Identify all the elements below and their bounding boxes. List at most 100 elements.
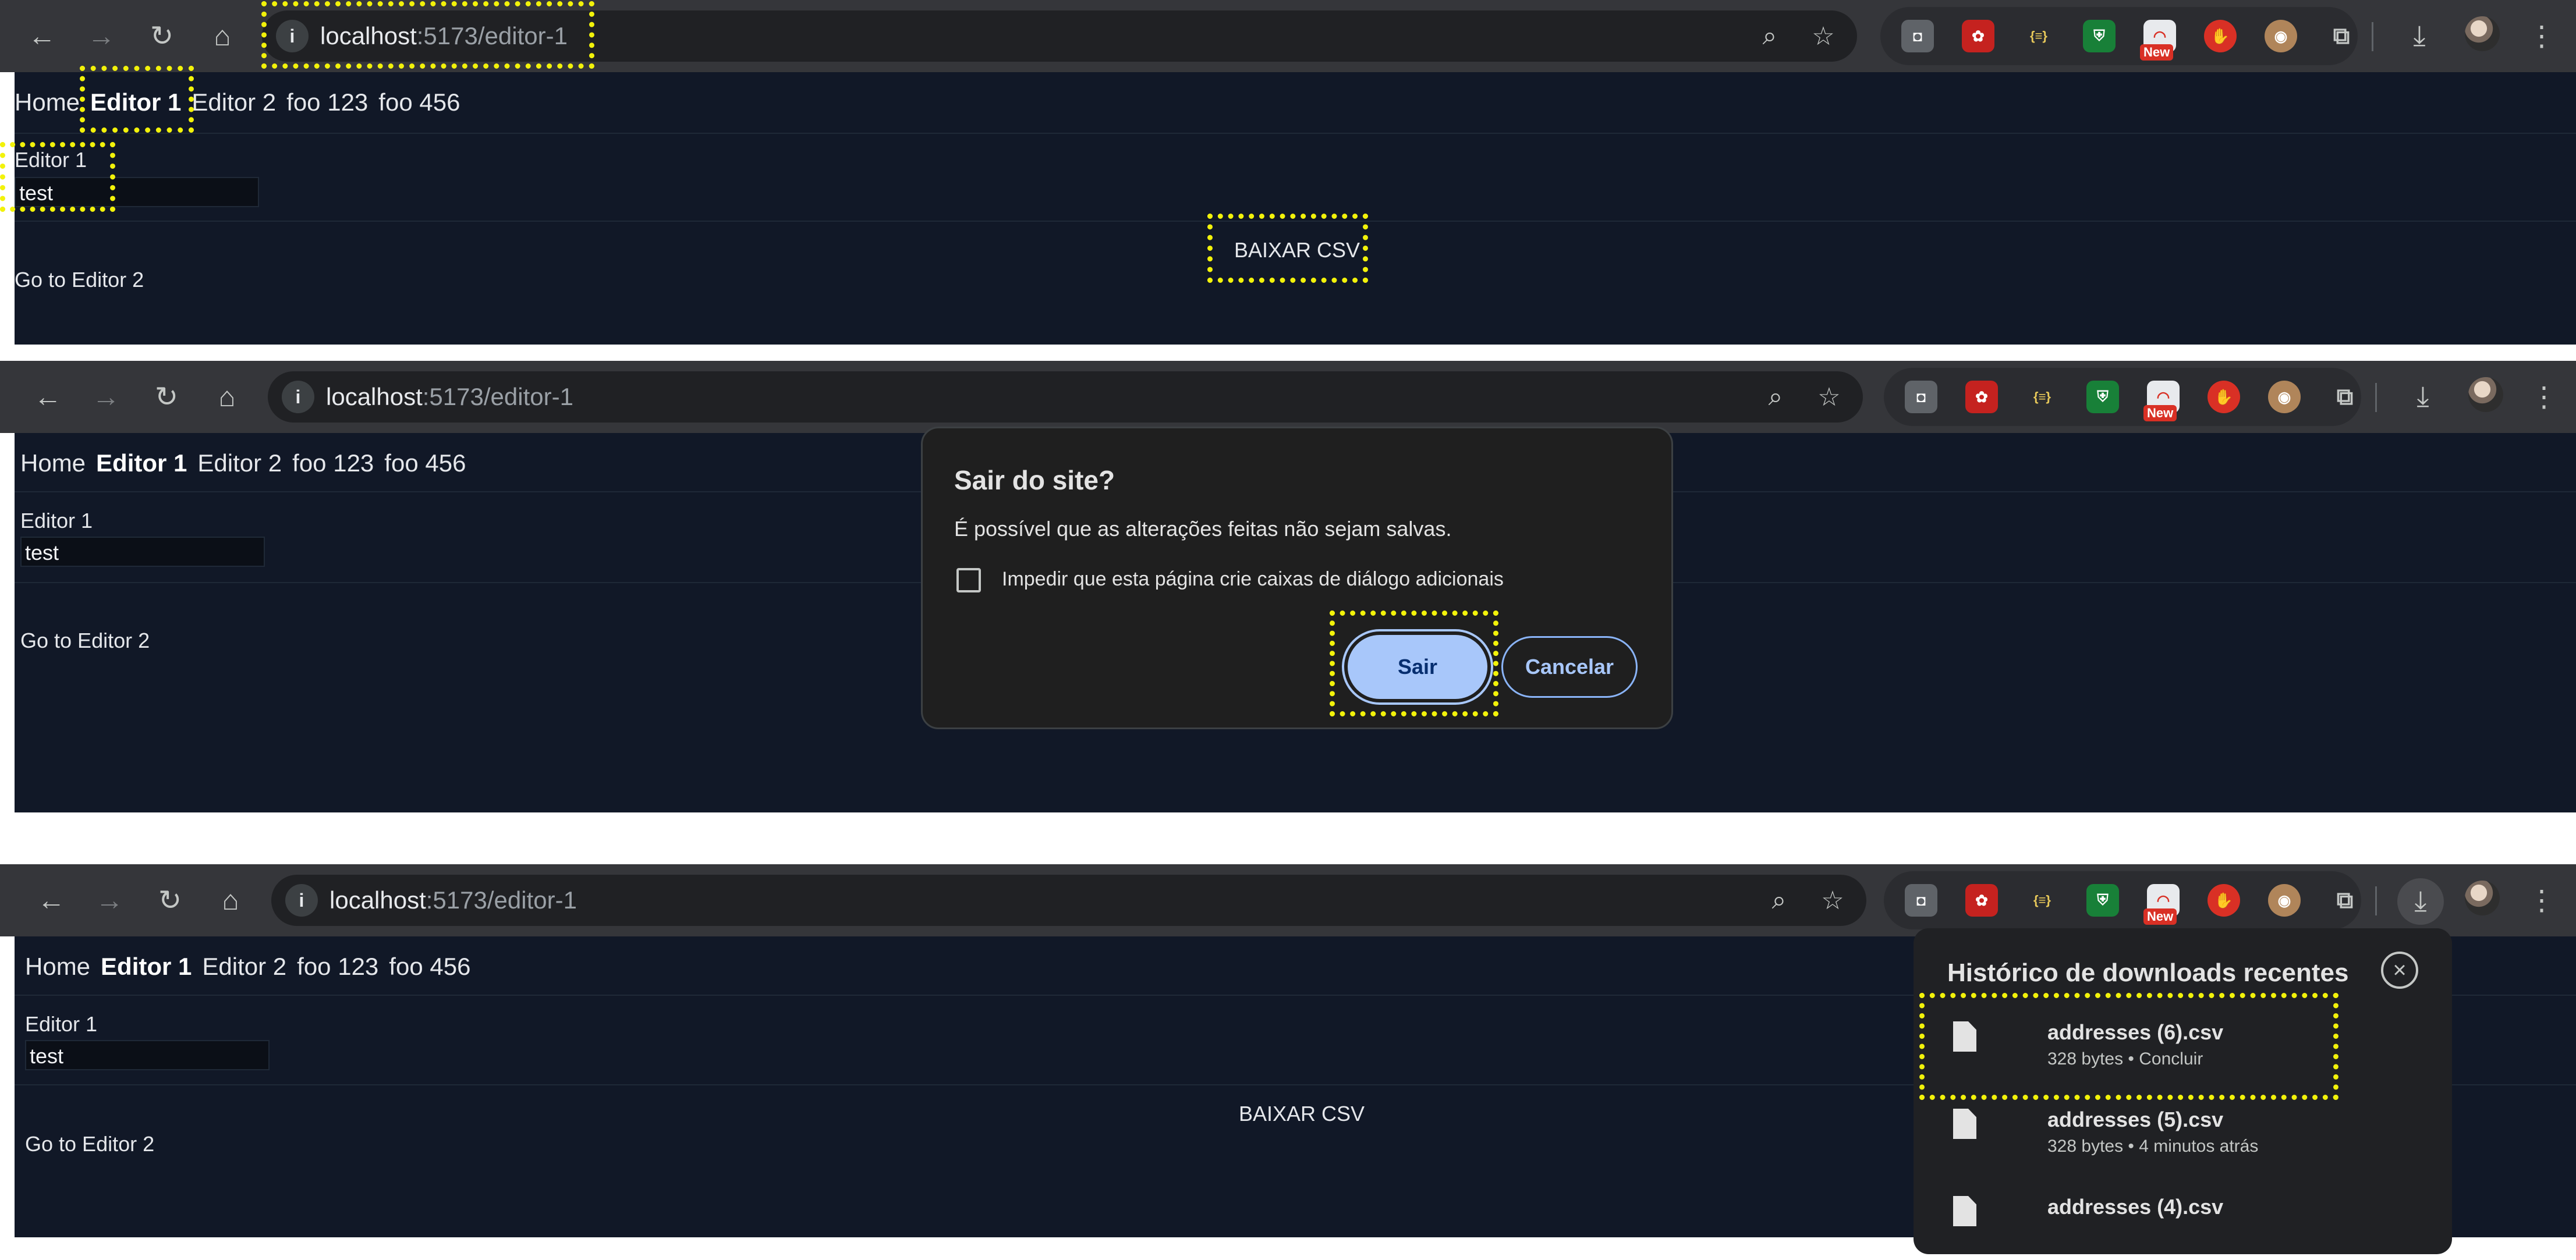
download-filename[interactable]: addresses (5).csv bbox=[2047, 1108, 2223, 1132]
nav-home[interactable]: Home bbox=[25, 953, 90, 980]
site-info-icon[interactable]: i bbox=[285, 884, 318, 917]
nav-editor-2[interactable]: Editor 2 bbox=[202, 953, 286, 980]
shield-extension-icon[interactable]: ⛨ bbox=[2083, 20, 2116, 52]
shield-extension-icon[interactable]: ⛨ bbox=[2086, 381, 2119, 413]
extensions-puzzle-icon[interactable]: ⧉ bbox=[2329, 381, 2361, 413]
editor-input[interactable]: test bbox=[25, 1040, 270, 1070]
cancel-button[interactable]: Cancelar bbox=[1501, 636, 1638, 698]
nav-foo-456[interactable]: foo 456 bbox=[389, 953, 470, 980]
downloads-icon[interactable]: ⤓ bbox=[2401, 17, 2438, 55]
download-csv-button[interactable]: BAIXAR CSV bbox=[1234, 238, 1360, 262]
go-to-editor-2-link[interactable]: Go to Editor 2 bbox=[15, 268, 144, 292]
home-icon[interactable]: ⌂ bbox=[204, 17, 241, 55]
editor-input[interactable]: test bbox=[15, 177, 259, 207]
nav-foo-123[interactable]: foo 123 bbox=[286, 88, 368, 116]
go-to-editor-2-link[interactable]: Go to Editor 2 bbox=[20, 629, 150, 653]
shield-extension-icon[interactable]: ⛨ bbox=[2086, 884, 2119, 917]
nav-home[interactable]: Home bbox=[15, 88, 80, 116]
zoom-icon[interactable]: ⌕ bbox=[1758, 379, 1793, 414]
hand-stop-extension-icon[interactable]: ✋ bbox=[2208, 884, 2240, 917]
downloads-icon[interactable]: ⤓ bbox=[2404, 378, 2442, 416]
puzzle-red-extension-icon[interactable]: ✿ bbox=[1965, 381, 1998, 413]
nav-foo-123[interactable]: foo 123 bbox=[292, 449, 374, 477]
address-bar[interactable]: i localhost:5173/editor-1 ⌕ ☆ bbox=[271, 875, 1866, 926]
nav-editor-2[interactable]: Editor 2 bbox=[197, 449, 282, 477]
forward-icon[interactable]: → bbox=[83, 17, 120, 55]
reload-icon[interactable]: ↻ bbox=[148, 378, 185, 416]
profile-avatar[interactable] bbox=[2465, 881, 2500, 915]
nav-foo-456[interactable]: foo 456 bbox=[384, 449, 466, 477]
forward-icon[interactable]: → bbox=[91, 882, 128, 919]
reload-icon[interactable]: ↻ bbox=[151, 882, 189, 919]
home-icon[interactable]: ⌂ bbox=[208, 378, 246, 416]
zoom-icon[interactable]: ⌕ bbox=[1762, 883, 1797, 918]
editor-input[interactable]: test bbox=[20, 537, 265, 567]
nav-foo-456[interactable]: foo 456 bbox=[378, 88, 460, 116]
download-filename[interactable]: addresses (6).csv bbox=[2047, 1020, 2223, 1045]
hand-stop-extension-icon[interactable]: ✋ bbox=[2208, 381, 2240, 413]
site-info-icon[interactable]: i bbox=[276, 20, 309, 52]
download-meta: 328 bytes • Concluir bbox=[2047, 1049, 2203, 1069]
extensions-puzzle-icon[interactable]: ⧉ bbox=[2329, 884, 2361, 917]
downloads-icon[interactable]: ⤓ bbox=[2397, 878, 2444, 925]
screenshot-panel-1: ← → ↻ ⌂ i localhost:5173/editor-1 ⌕ ☆ ◘ … bbox=[0, 0, 2576, 345]
nav-foo-123[interactable]: foo 123 bbox=[297, 953, 378, 980]
bookmark-star-icon[interactable]: ☆ bbox=[1815, 883, 1850, 918]
download-filename[interactable]: addresses (4).csv bbox=[2047, 1195, 2223, 1219]
forward-icon[interactable]: → bbox=[87, 378, 125, 416]
profile-avatar[interactable] bbox=[2465, 16, 2500, 51]
eyes-extension-icon[interactable]: ◉ bbox=[2265, 20, 2297, 52]
nav-editor-1[interactable]: Editor 1 bbox=[90, 88, 181, 116]
suppress-dialogs-checkbox[interactable] bbox=[956, 568, 981, 592]
json-extension-icon[interactable]: {≡} bbox=[2022, 20, 2055, 52]
puzzle-red-extension-icon[interactable]: ✿ bbox=[1962, 20, 1994, 52]
new-badge: New bbox=[2143, 405, 2177, 421]
go-to-editor-2-link[interactable]: Go to Editor 2 bbox=[25, 1132, 154, 1156]
bookmark-star-icon[interactable]: ☆ bbox=[1806, 19, 1841, 54]
close-icon[interactable]: × bbox=[2381, 952, 2418, 989]
suppress-dialogs-label[interactable]: Impedir que esta página crie caixas de d… bbox=[1002, 568, 1504, 591]
back-icon[interactable]: ← bbox=[23, 17, 61, 55]
home-icon[interactable]: ⌂ bbox=[212, 882, 249, 919]
address-bar[interactable]: i localhost:5173/editor-1 ⌕ ☆ bbox=[268, 371, 1863, 423]
eyes-extension-icon[interactable]: ◉ bbox=[2268, 381, 2301, 413]
nav-editor-1[interactable]: Editor 1 bbox=[96, 449, 187, 477]
json-extension-icon[interactable]: {≡} bbox=[2026, 884, 2058, 917]
download-meta: 328 bytes • 4 minutos atrás bbox=[2047, 1137, 2259, 1156]
url-text[interactable]: localhost:5173/editor-1 bbox=[329, 886, 577, 914]
download-item[interactable]: addresses (5).csv 328 bytes • 4 minutos … bbox=[1931, 1085, 2432, 1173]
zoom-icon[interactable]: ⌕ bbox=[1752, 19, 1787, 54]
back-icon[interactable]: ← bbox=[33, 882, 70, 919]
nav-editor-2[interactable]: Editor 2 bbox=[192, 88, 276, 116]
reload-icon[interactable]: ↻ bbox=[143, 17, 180, 55]
url-text[interactable]: localhost:5173/editor-1 bbox=[320, 22, 568, 50]
camera-extension-icon[interactable]: ◘ bbox=[1905, 884, 1937, 917]
leave-button[interactable]: Sair bbox=[1348, 635, 1487, 699]
profile-avatar[interactable] bbox=[2468, 377, 2503, 412]
hand-stop-extension-icon[interactable]: ✋ bbox=[2204, 20, 2237, 52]
bookmark-star-icon[interactable]: ☆ bbox=[1812, 379, 1847, 414]
camera-extension-icon[interactable]: ◘ bbox=[1905, 381, 1937, 413]
nav-editor-1[interactable]: Editor 1 bbox=[101, 953, 192, 980]
json-extension-icon[interactable]: {≡} bbox=[2026, 381, 2058, 413]
download-item[interactable]: addresses (6).csv 328 bytes • Concluir bbox=[1931, 998, 2432, 1085]
menu-kebab-icon[interactable]: ⋮ bbox=[2523, 882, 2560, 919]
download-item[interactable]: addresses (4).csv bbox=[1931, 1173, 2432, 1260]
leave-site-dialog: Sair do site? É possível que as alteraçõ… bbox=[921, 427, 1673, 729]
rainbow-extension-icon[interactable]: ◠ New bbox=[2143, 381, 2180, 421]
url-text[interactable]: localhost:5173/editor-1 bbox=[326, 383, 573, 411]
rainbow-extension-icon[interactable]: ◠ New bbox=[2143, 884, 2180, 925]
site-info-icon[interactable]: i bbox=[282, 381, 314, 413]
back-icon[interactable]: ← bbox=[29, 378, 66, 416]
extensions-puzzle-icon[interactable]: ⧉ bbox=[2325, 20, 2358, 52]
rainbow-extension-icon[interactable]: ◠ New bbox=[2140, 20, 2176, 61]
nav-home[interactable]: Home bbox=[20, 449, 86, 477]
file-icon bbox=[1953, 1021, 1976, 1052]
download-csv-button[interactable]: BAIXAR CSV bbox=[1239, 1102, 1365, 1126]
address-bar[interactable]: i localhost:5173/editor-1 ⌕ ☆ bbox=[262, 10, 1857, 62]
puzzle-red-extension-icon[interactable]: ✿ bbox=[1965, 884, 1998, 917]
menu-kebab-icon[interactable]: ⋮ bbox=[2525, 378, 2563, 416]
eyes-extension-icon[interactable]: ◉ bbox=[2268, 884, 2301, 917]
menu-kebab-icon[interactable]: ⋮ bbox=[2523, 17, 2560, 55]
camera-extension-icon[interactable]: ◘ bbox=[1901, 20, 1934, 52]
